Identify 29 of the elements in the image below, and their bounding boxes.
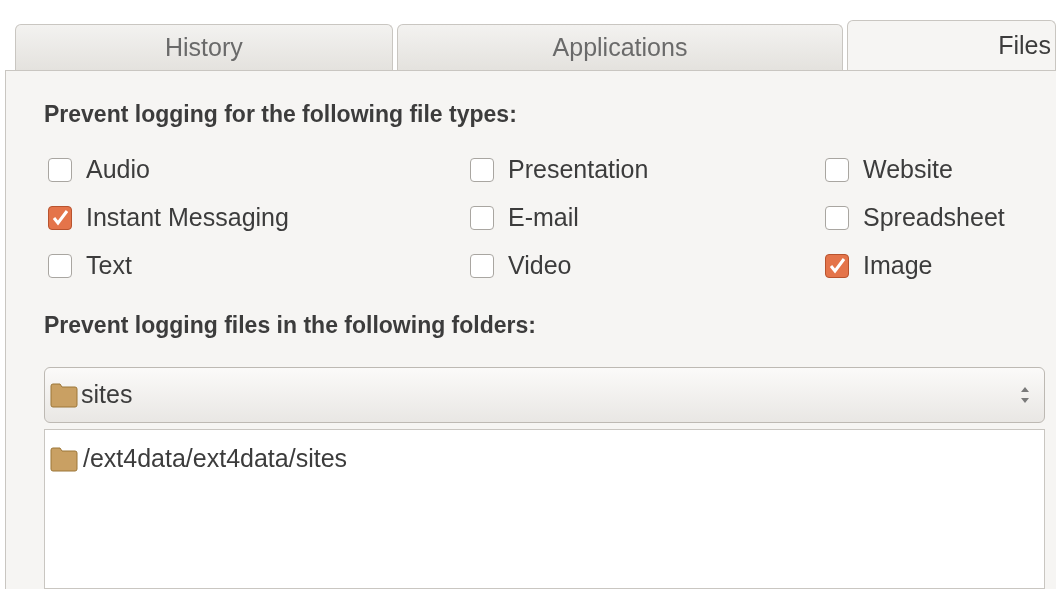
tab[interactable]: History <box>15 24 393 70</box>
tab[interactable]: Files <box>847 20 1056 70</box>
folder-icon <box>49 445 79 472</box>
checkbox[interactable] <box>470 206 494 230</box>
section-heading: Prevent logging files in the following folders: <box>44 314 537 337</box>
checkbox[interactable] <box>825 158 849 182</box>
checkbox-label[interactable]: Text <box>86 247 132 285</box>
checkbox[interactable] <box>825 206 849 230</box>
checkbox[interactable] <box>825 254 849 278</box>
checkbox[interactable] <box>48 206 72 230</box>
checkbox-label[interactable]: Image <box>863 247 933 285</box>
dropdown-value: sites <box>81 379 134 411</box>
folder-icon <box>49 382 79 408</box>
folder-path[interactable]: /ext4data/ext4data/sites <box>83 440 348 478</box>
checkbox-label[interactable]: Audio <box>86 151 150 189</box>
section-heading: Prevent logging for the following file types: <box>44 103 518 126</box>
checkbox[interactable] <box>470 158 494 182</box>
checkbox[interactable] <box>48 158 72 182</box>
checkbox-label[interactable]: Spreadsheet <box>863 199 1005 237</box>
checkbox[interactable] <box>48 254 72 278</box>
checkbox-label[interactable]: E-mail <box>508 199 579 237</box>
tab[interactable]: Applications <box>396 24 844 70</box>
checkbox-label[interactable]: Instant Messaging <box>86 199 289 237</box>
checkbox-label[interactable]: Video <box>508 247 572 285</box>
checkbox[interactable] <box>470 254 494 278</box>
up-down-arrows-icon <box>1020 385 1030 405</box>
checkbox-label[interactable]: Website <box>863 151 953 189</box>
checkbox-label[interactable]: Presentation <box>508 151 649 189</box>
folder-dropdown[interactable]: sites <box>44 367 1045 423</box>
